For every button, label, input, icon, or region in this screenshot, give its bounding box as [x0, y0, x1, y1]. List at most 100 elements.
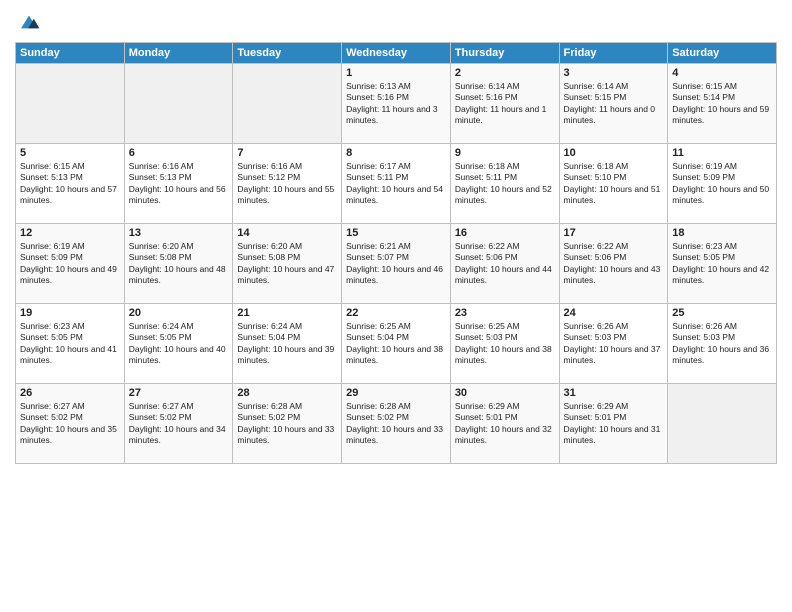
day-info: Sunrise: 6:23 AMSunset: 5:05 PMDaylight:…	[20, 321, 120, 367]
day-cell-13: 13Sunrise: 6:20 AMSunset: 5:08 PMDayligh…	[124, 224, 233, 304]
day-number: 8	[346, 147, 446, 159]
empty-cell	[124, 64, 233, 144]
day-cell-16: 16 Sunrise: 6:22 AMSunset: 5:06 PMDayligh…	[450, 224, 559, 304]
header-cell-saturday: Saturday	[668, 43, 777, 64]
day-cell-29: 29Sunrise: 6:28 AMSunset: 5:02 PMDayligh…	[342, 384, 451, 464]
week-row-2: 5 Sunrise: 6:15 AMSunset: 5:13 PMDaylight…	[16, 144, 777, 224]
day-number: 19	[20, 307, 120, 319]
day-number: 24	[564, 307, 664, 319]
calendar-table: SundayMondayTuesdayWednesdayThursdayFrid…	[15, 42, 777, 464]
day-cell-12: 12 Sunrise: 6:19 AMSunset: 5:09 PMDayligh…	[16, 224, 125, 304]
day-cell-20: 20 Sunrise: 6:24 AMSunset: 5:05 PMDayligh…	[124, 304, 233, 384]
day-cell-26: 26Sunrise: 6:27 AMSunset: 5:02 PMDayligh…	[16, 384, 125, 464]
day-cell-9: 9 Sunrise: 6:18 AMSunset: 5:11 PMDaylight…	[450, 144, 559, 224]
day-cell-1: 1 Sunrise: 6:13 AMSunset: 5:16 PMDaylight…	[342, 64, 451, 144]
logo-text	[15, 10, 41, 34]
day-cell-3: 3 Sunrise: 6:14 AMSunset: 5:15 PMDaylight…	[559, 64, 668, 144]
day-cell-6: 6 Sunrise: 6:16 AMSunset: 5:13 PMDaylight…	[124, 144, 233, 224]
week-row-5: 26Sunrise: 6:27 AMSunset: 5:02 PMDayligh…	[16, 384, 777, 464]
day-cell-22: 22Sunrise: 6:25 AMSunset: 5:04 PMDayligh…	[342, 304, 451, 384]
day-info: Sunrise: 6:27 AMSunset: 5:02 PMDaylight:…	[129, 401, 229, 447]
day-info: Sunrise: 6:29 AMSunset: 5:01 PMDaylight:…	[455, 401, 555, 447]
day-number: 1	[346, 67, 446, 79]
day-number: 10	[564, 147, 664, 159]
day-cell-8: 8 Sunrise: 6:17 AMSunset: 5:11 PMDaylight…	[342, 144, 451, 224]
day-info: Sunrise: 6:13 AMSunset: 5:16 PMDaylight:…	[346, 81, 446, 127]
day-number: 20	[129, 307, 229, 319]
week-row-1: 1 Sunrise: 6:13 AMSunset: 5:16 PMDaylight…	[16, 64, 777, 144]
day-cell-11: 11Sunrise: 6:19 AMSunset: 5:09 PMDayligh…	[668, 144, 777, 224]
day-info: Sunrise: 6:26 AMSunset: 5:03 PMDaylight:…	[564, 321, 664, 367]
day-info: Sunrise: 6:16 AMSunset: 5:13 PMDaylight:…	[129, 161, 229, 207]
day-number: 9	[455, 147, 555, 159]
day-number: 27	[129, 387, 229, 399]
week-row-4: 19 Sunrise: 6:23 AMSunset: 5:05 PMDayligh…	[16, 304, 777, 384]
logo	[15, 10, 41, 34]
day-info: Sunrise: 6:22 AMSunset: 5:06 PMDaylight:…	[455, 241, 555, 287]
day-cell-2: 2Sunrise: 6:14 AMSunset: 5:16 PMDaylight…	[450, 64, 559, 144]
day-info: Sunrise: 6:24 AMSunset: 5:04 PMDaylight:…	[237, 321, 337, 367]
day-number: 17	[564, 227, 664, 239]
header-cell-thursday: Thursday	[450, 43, 559, 64]
day-info: Sunrise: 6:14 AMSunset: 5:15 PMDaylight:…	[564, 81, 664, 127]
day-number: 18	[672, 227, 772, 239]
day-info: Sunrise: 6:18 AMSunset: 5:10 PMDaylight:…	[564, 161, 664, 207]
day-number: 15	[346, 227, 446, 239]
day-number: 23	[455, 307, 555, 319]
header-cell-wednesday: Wednesday	[342, 43, 451, 64]
day-info: Sunrise: 6:15 AMSunset: 5:14 PMDaylight:…	[672, 81, 772, 127]
day-number: 14	[237, 227, 337, 239]
day-cell-18: 18 Sunrise: 6:23 AMSunset: 5:05 PMDayligh…	[668, 224, 777, 304]
day-number: 21	[237, 307, 337, 319]
empty-cell	[16, 64, 125, 144]
day-info: Sunrise: 6:24 AMSunset: 5:05 PMDaylight:…	[129, 321, 229, 367]
day-info: Sunrise: 6:16 AMSunset: 5:12 PMDaylight:…	[237, 161, 337, 207]
day-cell-17: 17 Sunrise: 6:22 AMSunset: 5:06 PMDayligh…	[559, 224, 668, 304]
day-cell-4: 4 Sunrise: 6:15 AMSunset: 5:14 PMDaylight…	[668, 64, 777, 144]
header-cell-friday: Friday	[559, 43, 668, 64]
day-info: Sunrise: 6:27 AMSunset: 5:02 PMDaylight:…	[20, 401, 120, 447]
day-number: 12	[20, 227, 120, 239]
empty-cell	[668, 384, 777, 464]
day-info: Sunrise: 6:20 AMSunset: 5:08 PMDaylight:…	[237, 241, 337, 287]
day-info: Sunrise: 6:14 AMSunset: 5:16 PMDaylight:…	[455, 81, 555, 127]
week-row-3: 12 Sunrise: 6:19 AMSunset: 5:09 PMDayligh…	[16, 224, 777, 304]
day-number: 7	[237, 147, 337, 159]
day-cell-30: 30 Sunrise: 6:29 AMSunset: 5:01 PMDayligh…	[450, 384, 559, 464]
header-cell-sunday: Sunday	[16, 43, 125, 64]
day-cell-21: 21 Sunrise: 6:24 AMSunset: 5:04 PMDayligh…	[233, 304, 342, 384]
day-number: 30	[455, 387, 555, 399]
day-info: Sunrise: 6:21 AMSunset: 5:07 PMDaylight:…	[346, 241, 446, 287]
day-cell-23: 23Sunrise: 6:25 AMSunset: 5:03 PMDayligh…	[450, 304, 559, 384]
day-info: Sunrise: 6:17 AMSunset: 5:11 PMDaylight:…	[346, 161, 446, 207]
day-number: 11	[672, 147, 772, 159]
day-info: Sunrise: 6:20 AMSunset: 5:08 PMDaylight:…	[129, 241, 229, 287]
day-number: 31	[564, 387, 664, 399]
logo-icon	[17, 10, 41, 34]
day-number: 16	[455, 227, 555, 239]
day-info: Sunrise: 6:23 AMSunset: 5:05 PMDaylight:…	[672, 241, 772, 287]
day-number: 6	[129, 147, 229, 159]
day-number: 28	[237, 387, 337, 399]
day-number: 3	[564, 67, 664, 79]
day-info: Sunrise: 6:26 AMSunset: 5:03 PMDaylight:…	[672, 321, 772, 367]
day-number: 4	[672, 67, 772, 79]
header-row: SundayMondayTuesdayWednesdayThursdayFrid…	[16, 43, 777, 64]
day-cell-27: 27 Sunrise: 6:27 AMSunset: 5:02 PMDayligh…	[124, 384, 233, 464]
day-cell-10: 10 Sunrise: 6:18 AMSunset: 5:10 PMDayligh…	[559, 144, 668, 224]
day-info: Sunrise: 6:15 AMSunset: 5:13 PMDaylight:…	[20, 161, 120, 207]
empty-cell	[233, 64, 342, 144]
calendar-page: SundayMondayTuesdayWednesdayThursdayFrid…	[0, 0, 792, 612]
header	[15, 10, 777, 34]
header-cell-monday: Monday	[124, 43, 233, 64]
day-number: 29	[346, 387, 446, 399]
header-cell-tuesday: Tuesday	[233, 43, 342, 64]
day-info: Sunrise: 6:18 AMSunset: 5:11 PMDaylight:…	[455, 161, 555, 207]
day-cell-25: 25Sunrise: 6:26 AMSunset: 5:03 PMDayligh…	[668, 304, 777, 384]
day-info: Sunrise: 6:22 AMSunset: 5:06 PMDaylight:…	[564, 241, 664, 287]
day-info: Sunrise: 6:19 AMSunset: 5:09 PMDaylight:…	[20, 241, 120, 287]
day-cell-24: 24 Sunrise: 6:26 AMSunset: 5:03 PMDayligh…	[559, 304, 668, 384]
day-number: 22	[346, 307, 446, 319]
day-cell-31: 31Sunrise: 6:29 AMSunset: 5:01 PMDayligh…	[559, 384, 668, 464]
day-number: 5	[20, 147, 120, 159]
